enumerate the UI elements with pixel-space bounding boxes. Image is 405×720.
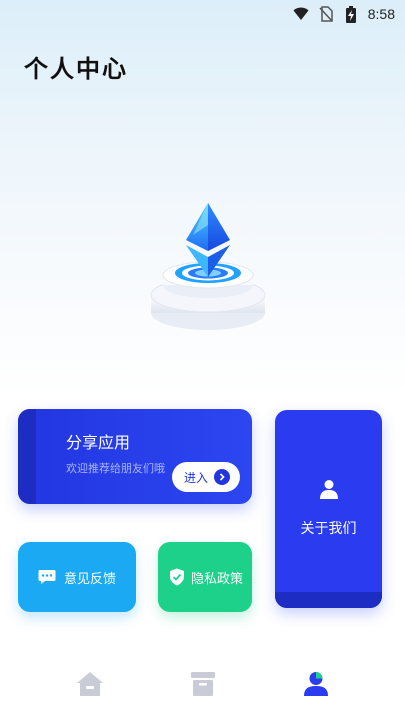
share-card-subtitle: 欢迎推荐给朋友们哦 (66, 462, 165, 475)
shield-check-icon (169, 568, 185, 586)
chat-bubble-icon (38, 569, 56, 585)
about-us-label: 关于我们 (300, 521, 357, 537)
chevron-right-icon (214, 469, 231, 485)
tab-archive[interactable] (188, 669, 218, 699)
status-bar: 8:58 (0, 0, 405, 28)
hero-illustration (138, 195, 278, 340)
status-time: 8:58 (367, 6, 395, 22)
feedback-label: 意见反馈 (64, 571, 117, 587)
share-app-card[interactable]: 分享应用 欢迎推荐给朋友们哦 进入 (18, 409, 252, 504)
bottom-tab-bar (0, 660, 405, 720)
about-card-band (275, 592, 382, 608)
no-sim-icon (318, 6, 334, 22)
battery-charging-icon (343, 5, 359, 23)
about-us-card[interactable]: 关于我们 (275, 410, 382, 608)
archive-box-icon (190, 671, 216, 697)
enter-button[interactable]: 进入 (172, 462, 240, 492)
feedback-card[interactable]: 意见反馈 (18, 542, 136, 612)
profile-icon (303, 671, 329, 697)
tab-profile[interactable] (301, 669, 331, 699)
share-card-title: 分享应用 (66, 433, 131, 452)
page-title: 个人中心 (24, 55, 128, 83)
user-icon (320, 479, 338, 499)
share-card-stripe (18, 409, 36, 504)
tab-home[interactable] (75, 669, 105, 699)
home-icon (76, 671, 104, 697)
privacy-policy-card[interactable]: 隐私政策 (158, 542, 252, 612)
enter-button-label: 进入 (184, 470, 209, 485)
privacy-label: 隐私政策 (191, 571, 244, 587)
wifi-icon (293, 6, 309, 22)
